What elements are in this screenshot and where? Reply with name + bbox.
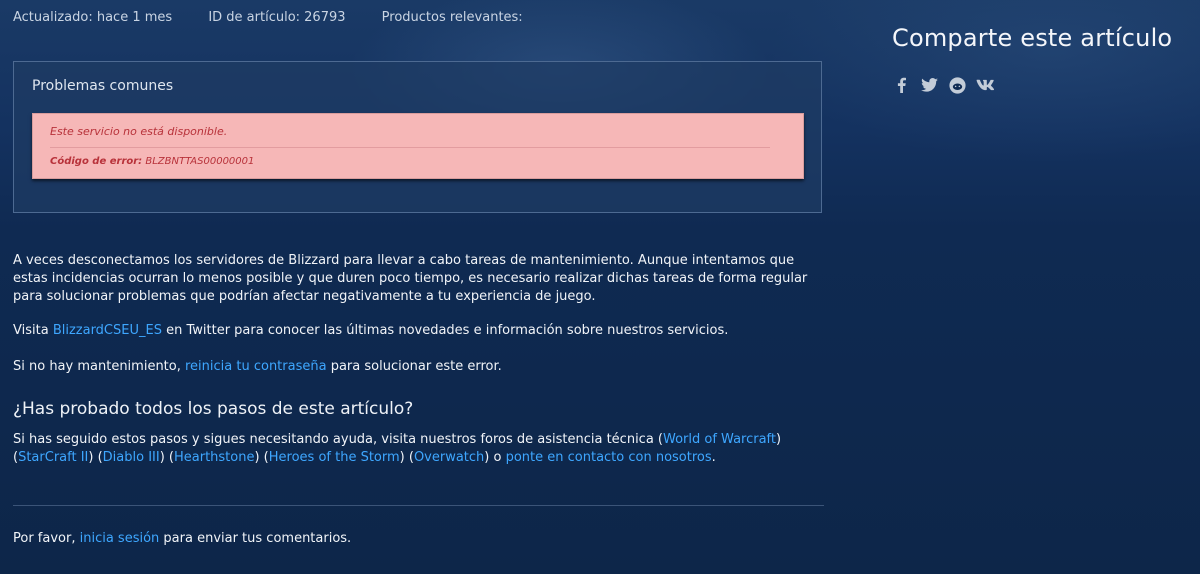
paragraph-forums: Si has seguido estos pasos y sigues nece…: [13, 431, 825, 467]
section-divider: [13, 505, 824, 506]
feedback-text: Por favor, inicia sesión para enviar tus…: [13, 530, 825, 548]
error-code-label: Código de error:: [50, 156, 143, 167]
updated-label: Actualizado: hace 1 mes: [13, 10, 173, 25]
forum-link-hots[interactable]: Heroes of the Storm: [269, 450, 400, 465]
forum-link-wow[interactable]: World of Warcraft: [663, 432, 776, 447]
vk-icon[interactable]: [976, 76, 994, 94]
text-segment: Si no hay mantenimiento,: [13, 359, 185, 374]
relevant-products-label: Productos relevantes:: [381, 10, 523, 25]
text-segment: en Twitter para conocer las últimas nove…: [161, 323, 729, 338]
forum-link-d3[interactable]: Diablo III: [103, 450, 160, 465]
facebook-icon[interactable]: [892, 76, 910, 94]
article-meta: Actualizado: hace 1 mes ID de artículo: …: [13, 10, 555, 25]
login-link[interactable]: inicia sesión: [80, 531, 160, 546]
paragraph-twitter: Visita BlizzardCSEU_ES en Twitter para c…: [13, 322, 825, 340]
paragraph-maintenance: A veces desconectamos los servidores de …: [13, 253, 808, 304]
steps-heading: ¿Has probado todos los pasos de este art…: [13, 399, 414, 419]
text-segment: ) (: [88, 450, 103, 465]
text-segment: para enviar tus comentarios.: [159, 531, 352, 546]
text-segment: o: [489, 450, 506, 465]
error-message: Este servicio no está disponible.: [50, 125, 228, 138]
reddit-icon[interactable]: [948, 76, 966, 94]
contact-us-link[interactable]: ponte en contacto con nosotros: [506, 450, 712, 465]
error-code-value: BLZBNTTAS00000001: [145, 156, 255, 167]
paragraph-reset-password: Si no hay mantenimiento, reinicia tu con…: [13, 358, 825, 376]
text-segment: Visita: [13, 323, 53, 338]
panel-title: Problemas comunes: [32, 78, 174, 94]
text-segment: para solucionar este error.: [326, 359, 502, 374]
forum-link-ow[interactable]: Overwatch: [414, 450, 484, 465]
common-problems-panel: Problemas comunes Este servicio no está …: [13, 61, 822, 213]
forum-link-sc2[interactable]: StarCraft II: [18, 450, 88, 465]
error-divider: [50, 147, 770, 148]
error-code: Código de error: BLZBNTTAS00000001: [50, 156, 254, 167]
text-segment: ) (: [399, 450, 414, 465]
article-id-label: ID de artículo: 26793: [208, 10, 346, 25]
text-segment: Si has seguido estos pasos y sigues nece…: [13, 432, 663, 447]
share-icons: [892, 76, 994, 94]
text-segment: .: [711, 450, 716, 465]
reset-password-link[interactable]: reinicia tu contraseña: [185, 359, 327, 374]
error-alert: Este servicio no está disponible. Código…: [32, 113, 804, 179]
twitter-icon[interactable]: [920, 76, 938, 94]
text-segment: ) (: [159, 450, 174, 465]
twitter-account-link[interactable]: BlizzardCSEU_ES: [53, 323, 162, 338]
text-segment: Por favor,: [13, 531, 80, 546]
text-segment: ) (: [254, 450, 269, 465]
share-title: Comparte este artículo: [892, 24, 1173, 52]
forum-link-hs[interactable]: Hearthstone: [174, 450, 254, 465]
